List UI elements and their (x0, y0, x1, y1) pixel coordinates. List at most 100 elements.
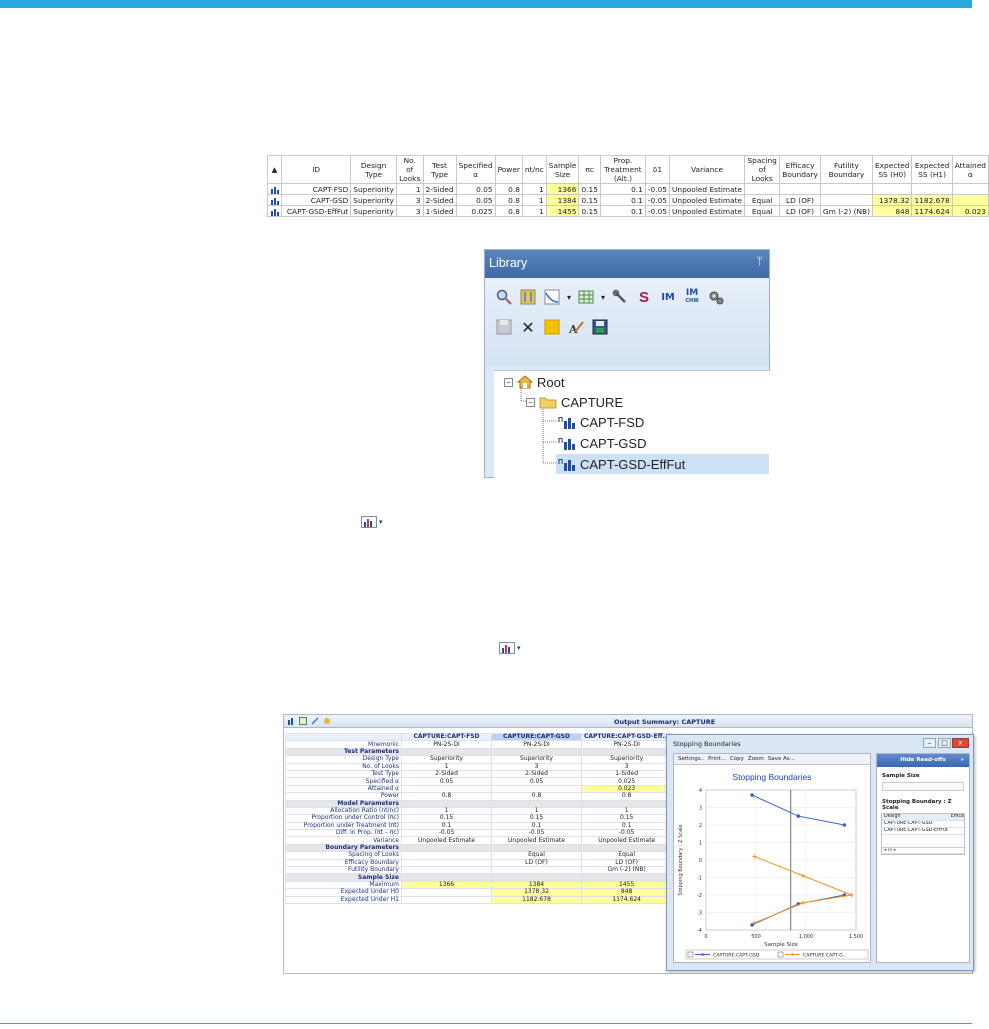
save-icon[interactable] (591, 318, 609, 336)
column-header[interactable]: Specified α (455, 155, 496, 184)
table-cell: 0.1 (599, 194, 646, 206)
im-icon[interactable]: IM (659, 288, 677, 306)
column-header[interactable]: nt/nc (521, 155, 547, 184)
hide-read-offs-button[interactable]: Hide Read-offs » (877, 754, 969, 767)
table-cell: 0.15 (578, 194, 601, 206)
table-row[interactable]: CAPTURE:CAPT-GSD (882, 821, 964, 828)
plot-area: Settings.. Print... Copy Zoom Save As...… (673, 753, 871, 963)
compare-icon[interactable] (323, 717, 331, 725)
table-cell (911, 183, 953, 195)
table-cell: -0.05 (644, 205, 670, 217)
grid-icon[interactable] (577, 288, 595, 306)
delete-icon[interactable]: ✕ (519, 318, 537, 337)
hide-read-offs-label: Hide Read-offs (900, 757, 946, 763)
im-chw-icon[interactable]: IM CHW (683, 288, 701, 306)
column-header[interactable]: Prop. Treatment (Alt.) (599, 155, 646, 184)
chart-icon[interactable] (287, 717, 295, 725)
x-tick-label: 500 (751, 934, 761, 940)
column-header[interactable]: Expected SS (H0) (871, 155, 913, 184)
table-cell: 1366 (545, 183, 580, 195)
maximize-button[interactable]: □ (938, 738, 951, 748)
tree-node-design-1[interactable]: Π CAPT-FSD (558, 412, 644, 432)
summary-column-header[interactable]: CAPTURE:CAPT-GSD (491, 732, 582, 742)
table-cell: 0.15 (578, 183, 601, 195)
chart-icon (499, 642, 515, 654)
table-row[interactable]: CAPT-GSD-EffFut Superiority 3 1-Sided 0.025 0… (267, 205, 989, 217)
summary-cell: 0.05 (401, 777, 492, 786)
tree-node-root[interactable]: − Root (504, 372, 564, 392)
wrench-icon[interactable] (611, 288, 629, 306)
read-offs-panel: Hide Read-offs » Sample Size Stopping Bo… (876, 753, 970, 963)
table-cell: 1 (395, 183, 424, 195)
table-cell: LD (OF) (779, 194, 821, 206)
design-icon: Π (558, 438, 575, 450)
search-icon[interactable] (495, 288, 513, 306)
table-cell: Gm (-2) (NB) (819, 205, 873, 217)
plot-dropdown-icon[interactable]: ▾ (567, 293, 571, 302)
top-accent-bar (0, 0, 972, 8)
y-axis-label: Stopping Boundary : Z Scale (678, 824, 684, 895)
tree-label-workbook: CAPTURE (561, 394, 624, 410)
legend-checkbox (777, 951, 784, 958)
table-icon[interactable] (299, 717, 307, 725)
column-header[interactable]: No. of Looks (395, 155, 424, 184)
collapse-icon[interactable]: − (526, 397, 535, 407)
minimize-button[interactable]: – (923, 738, 936, 748)
sample-size-field[interactable] (882, 782, 964, 791)
summary-column-header[interactable]: CAPTURE:CAPT-GSD-Eff... (580, 732, 673, 742)
rename-icon[interactable]: A (567, 318, 585, 336)
column-header[interactable]: Test Type (422, 155, 457, 184)
column-header[interactable]: Sample Size (545, 155, 580, 184)
gears-icon[interactable] (707, 288, 725, 306)
legend-checkbox (687, 951, 694, 958)
tree-node-design-2[interactable]: Π CAPT-GSD (558, 433, 646, 453)
column-header[interactable]: δ1 (644, 155, 670, 184)
close-button[interactable]: x (952, 738, 969, 748)
column-header[interactable]: Expected SS (H1) (911, 155, 953, 184)
edit-icon[interactable] (311, 717, 319, 725)
column-header[interactable]: Futility Boundary (819, 155, 873, 184)
data-point (842, 823, 847, 827)
column-header[interactable]: Attained α (951, 155, 989, 184)
table-cell (951, 194, 989, 206)
plot-icon[interactable] (543, 288, 561, 306)
plot-button[interactable]: ▾ (499, 642, 521, 654)
horizontal-scrollbar[interactable]: ◂ III ▸ (882, 847, 964, 854)
chart-icon (361, 516, 377, 528)
column-header[interactable]: Power (494, 155, 523, 184)
table-view-icon[interactable] (519, 288, 537, 306)
save-disabled-icon[interactable] (495, 318, 513, 336)
summary-cell: Unpooled Estimate (401, 836, 492, 845)
summary-row: Diff. in Prop. (πt – πc) -0.05 -0.05 -0.05 (285, 829, 673, 838)
plot-button[interactable]: ▾ (361, 516, 383, 528)
column-header[interactable]: Variance (668, 155, 746, 184)
table-cell (951, 183, 989, 195)
table-cell (871, 183, 913, 195)
table-cell: 1384 (545, 194, 580, 206)
pin-icon[interactable]: ᛘ (756, 256, 763, 268)
summary-header-row: CAPTURE:CAPT-FSD CAPTURE:CAPT-GSD CAPTURE:… (285, 732, 673, 742)
legend-label: CAPTURE:CAPT-GSD (713, 953, 760, 959)
summary-cell: 1174.624 (580, 895, 673, 905)
tree-node-workbook[interactable]: − CAPTURE (526, 392, 623, 412)
section-filler (401, 843, 492, 853)
table-row[interactable]: CAPTURE:CAPT-GSD-EffFut (882, 828, 964, 835)
sort-indicator[interactable]: ▲ (267, 155, 282, 184)
s-icon[interactable]: S (635, 288, 653, 306)
collapse-icon[interactable]: − (504, 377, 513, 387)
table-row[interactable]: CAPT-FSD Superiority 1 2-Sided 0.05 0.8 1 1366 0… (267, 183, 989, 195)
column-header[interactable]: Design Type (350, 155, 397, 184)
table-cell: 1 (521, 194, 547, 206)
column-header[interactable]: Efficacy Boundary (779, 155, 821, 184)
note-icon[interactable] (543, 318, 561, 336)
table-row[interactable]: CAPT-GSD Superiority 3 2-Sided 0.05 0.8 1 1384 0… (267, 194, 989, 206)
column-header[interactable]: Spacing of Looks (744, 155, 781, 184)
summary-cell: Unpooled Estimate (580, 836, 673, 845)
tree-node-design-3[interactable]: Π CAPT-GSD-EffFut (556, 454, 769, 474)
summary-column-header[interactable]: CAPTURE:CAPT-FSD (401, 732, 492, 742)
grid-dropdown-icon[interactable]: ▾ (601, 293, 605, 302)
summary-cell: -0.05 (580, 829, 673, 838)
column-header[interactable]: ID (280, 155, 352, 184)
legend-label: CAPTURE:CAPT-G... (803, 953, 847, 959)
column-header[interactable]: πc (578, 155, 601, 184)
